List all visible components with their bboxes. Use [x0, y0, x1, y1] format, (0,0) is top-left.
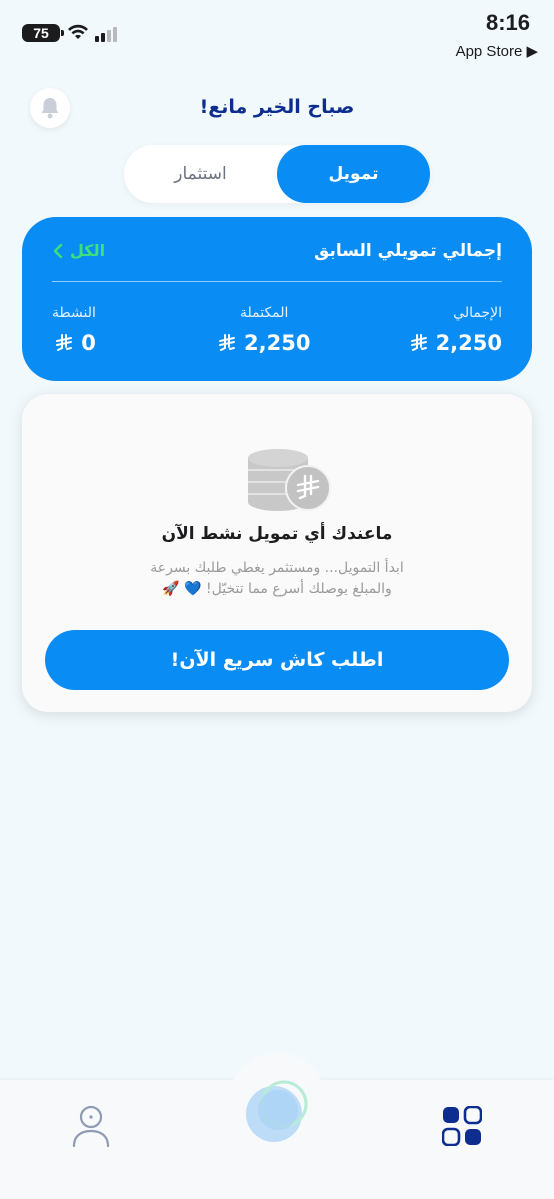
financing-summary-card: إجمالي تمويلي السابق الكل الإجمالي 2,250…: [22, 217, 532, 381]
coin-stack-icon: [248, 449, 331, 511]
stat-total-value: 2,250: [435, 331, 502, 355]
signal-icon: [95, 27, 117, 42]
tab-investment[interactable]: استثمار: [124, 145, 277, 203]
stat-completed: المكتملة 2,250: [218, 305, 310, 355]
tab-financing[interactable]: تمويل: [277, 145, 430, 203]
profile-icon[interactable]: [70, 1104, 112, 1148]
empty-state-line-1: ابدأ التمويل... ومستثمر يغطي طلبك بسرعة: [150, 560, 404, 576]
stat-total-value-row: 2,250: [410, 331, 502, 355]
stat-completed-value-row: 2,250: [218, 331, 310, 355]
summary-divider: [52, 281, 502, 282]
status-bar: 75 8:16 App Store ▶: [0, 0, 554, 70]
home-orb-icon[interactable]: [240, 1072, 314, 1146]
view-all-link[interactable]: الكل: [52, 241, 105, 260]
view-all-label: الكل: [70, 241, 106, 260]
empty-financing-card: ماعندك أي تمويل نشط الآن ابدأ التمويل...…: [22, 394, 532, 712]
riyal-icon: [410, 334, 427, 351]
riyal-icon: [219, 334, 235, 351]
clock: 8:16: [485, 10, 530, 35]
battery-indicator: 75: [22, 24, 60, 42]
stat-total-label: الإجمالي: [453, 305, 502, 321]
chevron-left-icon: [53, 243, 63, 258]
empty-state-title: ماعندك أي تمويل نشط الآن: [161, 524, 393, 544]
stat-total: الإجمالي 2,250: [410, 305, 502, 355]
summary-title: إجمالي تمويلي السابق: [314, 241, 502, 261]
battery-level: 75: [33, 25, 49, 41]
greeting-title: صباح الخير مانع!: [199, 96, 355, 118]
empty-state-description: ابدأ التمويل... ومستثمر يغطي طلبك بسرعة …: [82, 558, 472, 600]
apps-grid-icon[interactable]: [442, 1106, 482, 1146]
stat-active: النشطة 0: [52, 305, 96, 355]
stat-active-value: 0: [81, 331, 96, 355]
request-cash-button[interactable]: اطلب كاش سريع الآن!: [45, 630, 509, 690]
back-to-app-store-link[interactable]: App Store ▶: [456, 42, 538, 60]
empty-state-line-2: والمبلغ يوصلك أسرع مما تتخيّل! 💙 🚀: [162, 581, 392, 597]
stat-active-label: النشطة: [52, 305, 96, 321]
battery-tip: [61, 30, 64, 36]
stat-completed-value: 2,250: [244, 331, 311, 355]
wifi-icon: [68, 24, 88, 39]
stat-active-value-row: 0: [52, 331, 96, 355]
riyal-icon: [56, 334, 73, 351]
stat-completed-label: المكتملة: [239, 305, 289, 321]
mode-switch: استثمار تمويل: [124, 145, 430, 203]
